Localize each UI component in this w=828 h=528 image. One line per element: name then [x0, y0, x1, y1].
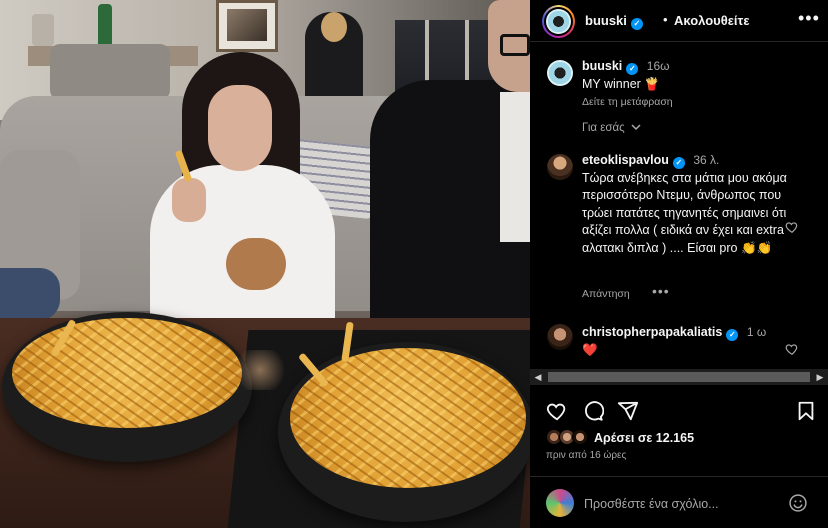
verified-badge-icon: ✓ [726, 329, 739, 341]
caption-username[interactable]: buuski [582, 59, 622, 73]
caption-time[interactable]: 16ω [647, 59, 670, 73]
scroll-right-arrow-icon[interactable]: ▶ [812, 369, 828, 385]
comment-time[interactable]: 36 λ. [693, 153, 719, 167]
photo-jeans [0, 268, 60, 320]
photo-small-dog [226, 238, 286, 290]
bookmark-icon[interactable] [795, 400, 817, 422]
comment-like-icon[interactable] [785, 342, 799, 356]
share-icon[interactable] [617, 400, 639, 422]
comment-username[interactable]: eteoklispavlou [582, 153, 669, 167]
scroll-left-arrow-icon[interactable]: ◀ [530, 369, 546, 385]
verified-badge-icon: ✓ [630, 18, 643, 30]
post-header: buuski ✓ • Ακολουθείτε ••• [530, 0, 828, 42]
add-comment-input[interactable] [584, 493, 784, 515]
verified-badge-icon: ✓ [672, 157, 685, 169]
comments-list[interactable]: buuski ✓ 16ω MY winner 🍟 Δείτε τη μετάφρα… [530, 42, 828, 369]
likes-row[interactable]: Αρέσει σε 12.165 [530, 428, 828, 448]
emoji-icon[interactable] [788, 493, 808, 513]
photo-wall-frame [216, 0, 278, 52]
comment-text: Τώρα ανέβηκες στα μάτια μου ακόμα περισσ… [582, 170, 787, 255]
chevron-down-icon [631, 124, 641, 131]
photo-man-shirt [500, 92, 530, 242]
reply-button[interactable]: Απάντηση [582, 288, 630, 300]
likes-count[interactable]: Αρέσει σε 12.165 [594, 431, 694, 445]
post-actions [530, 392, 828, 428]
verified-badge-icon: ✓ [626, 63, 639, 75]
add-comment-bar [530, 476, 828, 528]
see-translation-link[interactable]: Δείτε τη μετάφραση [582, 94, 787, 112]
for-you-filter[interactable]: Για εσάς [582, 122, 641, 134]
photo-man-glasses [500, 34, 530, 56]
heart-icon[interactable] [546, 400, 568, 422]
liker-avatar [572, 429, 588, 445]
following-button[interactable]: Ακολουθείτε [674, 13, 750, 28]
photo-kettle [32, 14, 54, 46]
comment-like-icon[interactable] [785, 220, 799, 234]
scrollbar-thumb[interactable] [548, 372, 810, 382]
more-options-icon[interactable]: ••• [798, 8, 820, 29]
comment-more-icon[interactable]: ••• [652, 283, 670, 299]
comment-text: ❤️ [582, 342, 598, 357]
photo-candle-glow [230, 350, 290, 390]
author-username[interactable]: buuski ✓ [585, 13, 643, 30]
comment-username[interactable]: christopherpapakaliatis [582, 325, 722, 339]
photo-woman-face [208, 85, 272, 171]
current-user-avatar [546, 489, 574, 517]
post-date[interactable]: πριν από 16 ώρες [546, 450, 626, 461]
caption-text: MY winner 🍟 [582, 76, 660, 91]
caption-avatar[interactable] [547, 60, 573, 86]
post-photo[interactable] [0, 0, 530, 528]
photo-fries-right [290, 348, 526, 488]
header-separator: • [663, 12, 668, 27]
photo-chair [50, 44, 170, 100]
comment-avatar[interactable] [547, 324, 573, 350]
comment-avatar[interactable] [547, 154, 573, 180]
comment-icon[interactable] [582, 400, 604, 422]
photo-bottle [98, 4, 112, 48]
photo-hand [172, 178, 206, 222]
author-avatar[interactable] [542, 5, 575, 38]
comment-time[interactable]: 1 ω [747, 325, 766, 339]
photo-fries-left [12, 318, 242, 428]
post-side-panel: buuski ✓ • Ακολουθείτε ••• buuski ✓ 16ω MY… [530, 0, 828, 528]
